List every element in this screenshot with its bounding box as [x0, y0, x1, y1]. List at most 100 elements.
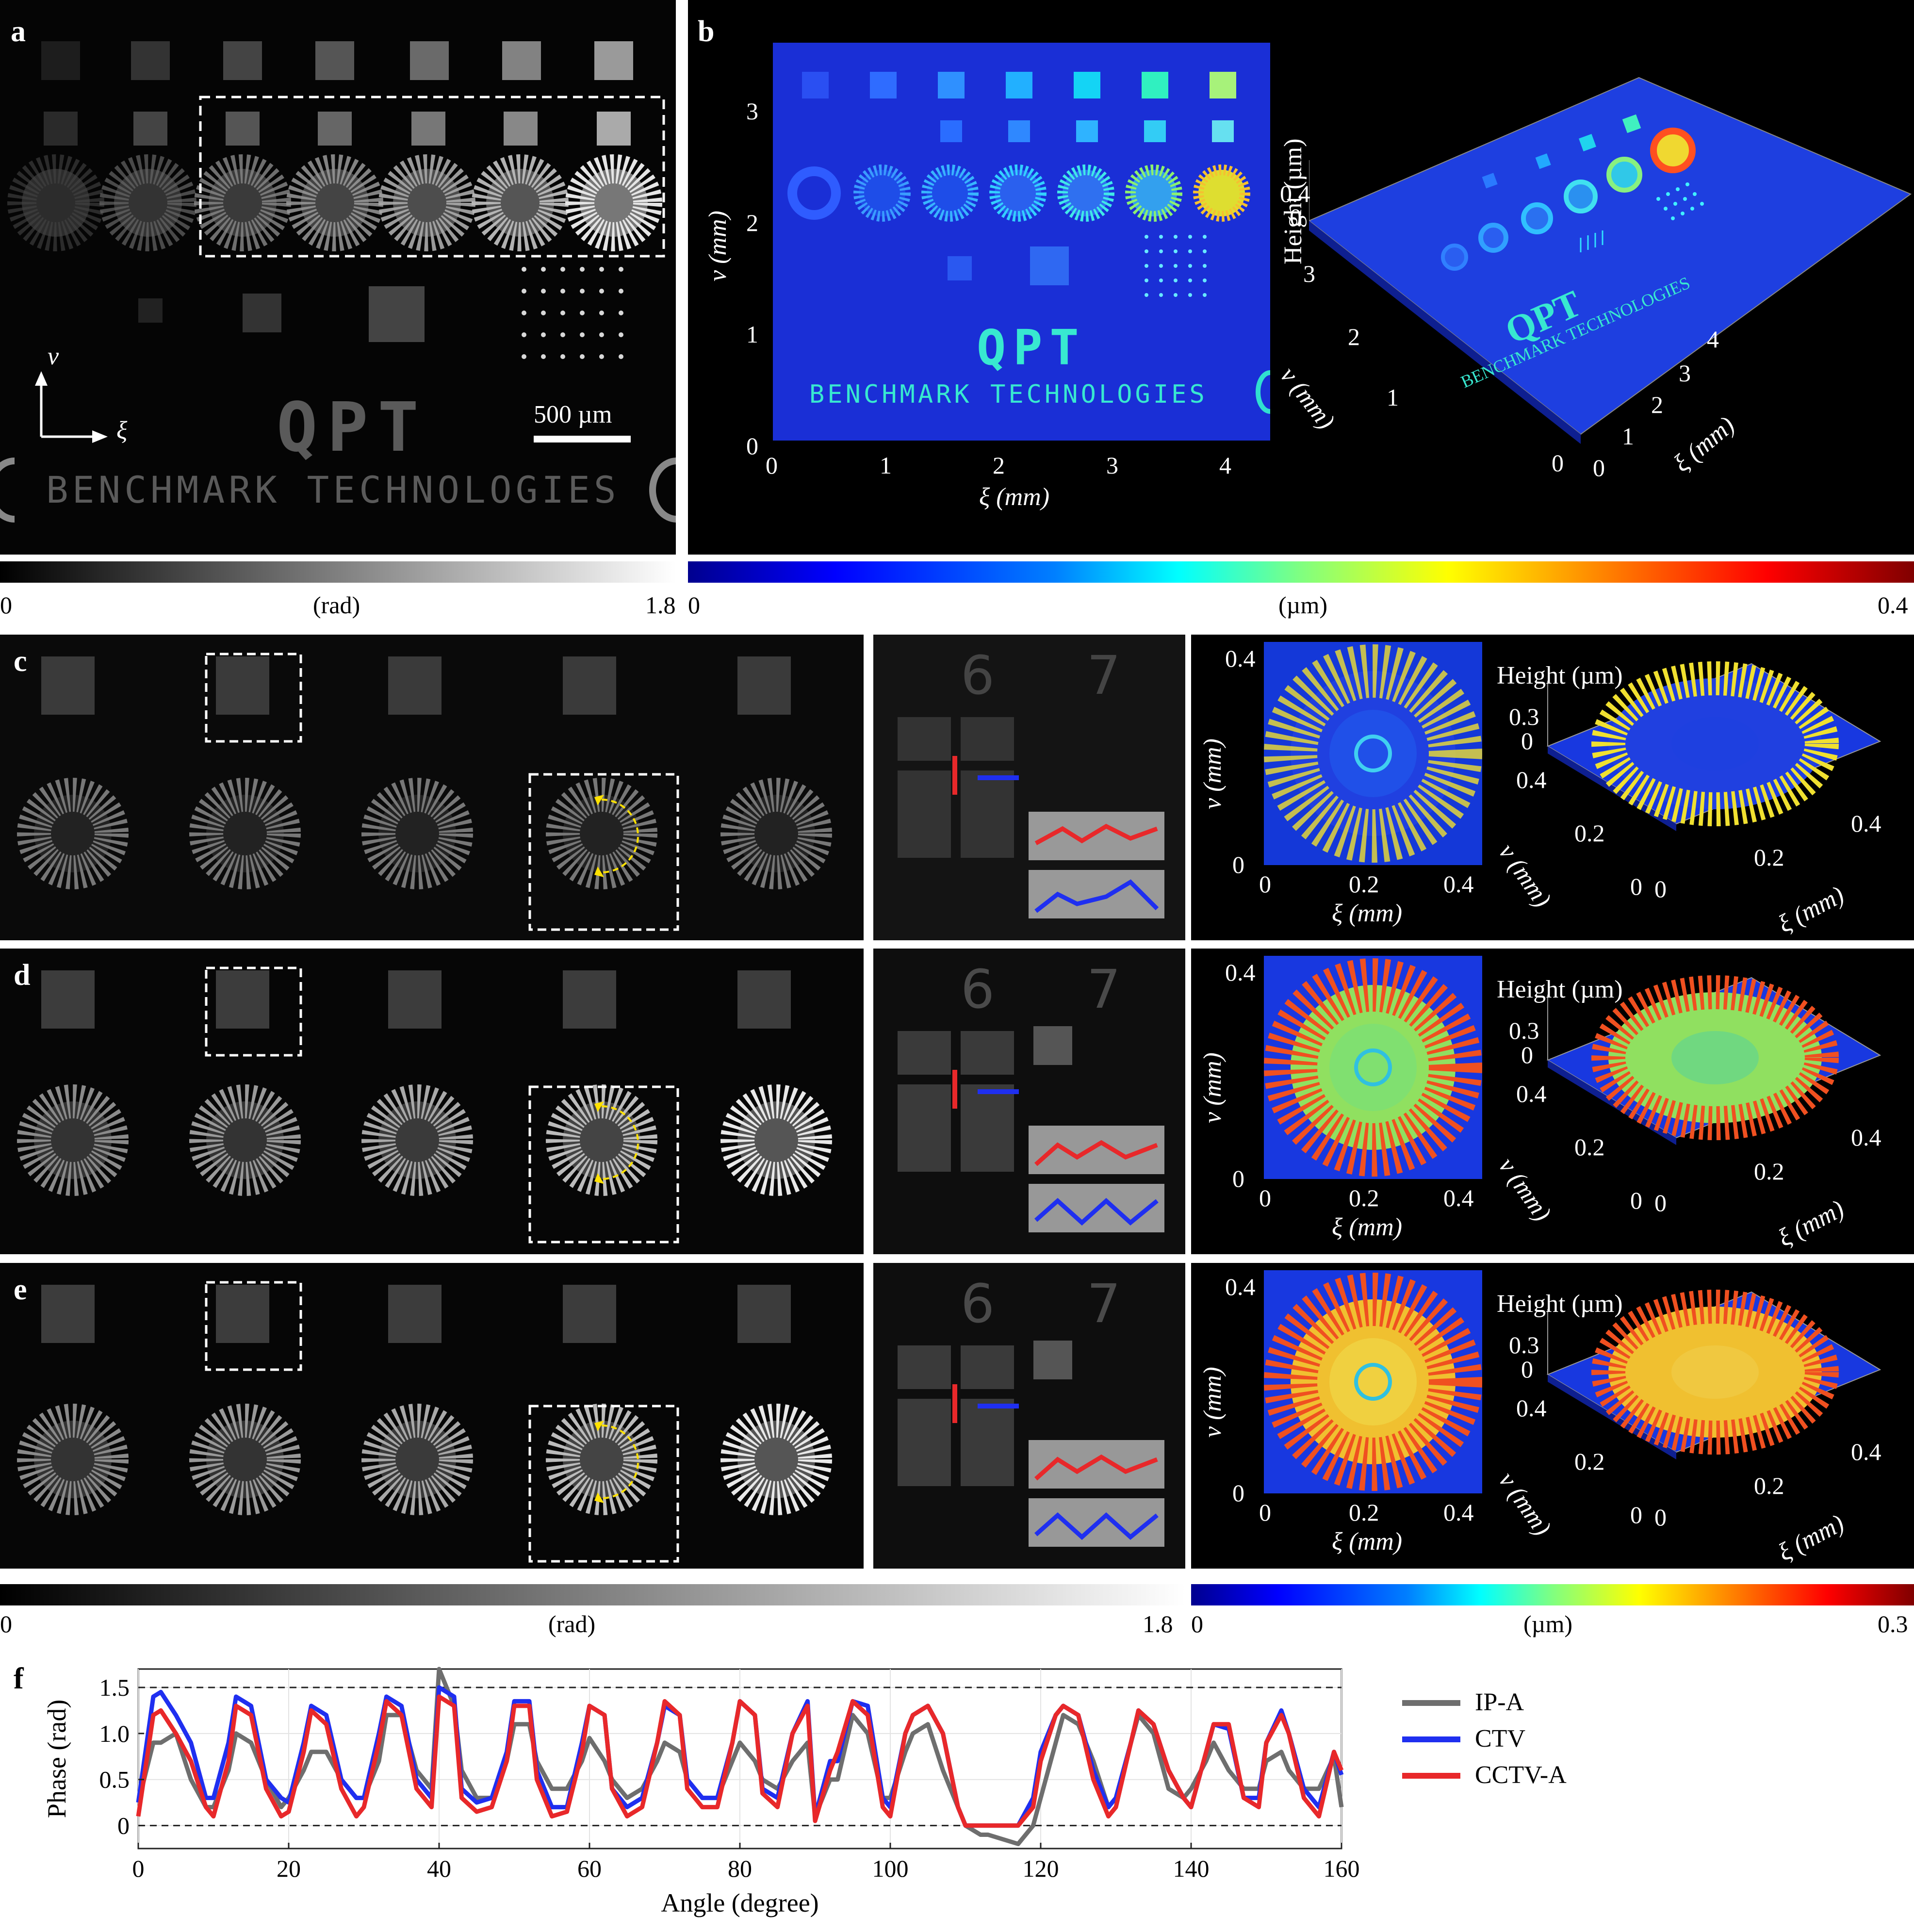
x-tick-label-120: 120	[1023, 1855, 1059, 1882]
b-3d-v-tick-1: 1	[1387, 384, 1399, 411]
d-zoom-3d-xi-tick-0.2: 0.2	[1754, 1158, 1784, 1185]
b-3d-xi-tick-0: 0	[1593, 454, 1605, 481]
height-stars	[787, 164, 1250, 222]
d-stars	[17, 1084, 832, 1196]
c-zoom-y-tick-0: 0	[1232, 851, 1244, 878]
top-gray-unit: (rad)	[313, 591, 360, 619]
x-tick-label-40: 40	[427, 1855, 451, 1882]
e-zoom-3d-xi-tick-0.2: 0.2	[1754, 1472, 1784, 1499]
y-tick-label-0: 0	[117, 1812, 130, 1839]
height-right-arc	[1256, 370, 1271, 414]
height-qpt-logo: QPT	[977, 319, 1086, 376]
panel-d-zoom: v (mm) 0.4 0 0 0.2 0.4 ξ (mm) Height (µm…	[1191, 949, 1914, 1254]
c-zoom-x-tick-0: 0	[1259, 870, 1271, 898]
b-x-label: ξ (mm)	[979, 483, 1050, 511]
e-zoom-height-tick-0: 0	[1521, 1356, 1533, 1383]
c-zoom-x-tick-0.4: 0.4	[1443, 870, 1474, 898]
legend-label-IP-A: IP-A	[1475, 1688, 1524, 1716]
bottom-gray-max: 1.8	[1143, 1610, 1173, 1637]
d-zoom-y-label: v (mm)	[1199, 1052, 1227, 1123]
d-digit-7: 7	[1087, 958, 1121, 1020]
top-jet-max: 0.4	[1878, 591, 1908, 619]
e-zoom-3d-xi-tick-0.4: 0.4	[1851, 1438, 1881, 1465]
bottom-gray-unit: (rad)	[548, 1610, 596, 1637]
legend-label-CCTV-A: CCTV-A	[1475, 1761, 1567, 1789]
x-tick-label-160: 160	[1324, 1855, 1360, 1882]
e-targets	[41, 1285, 791, 1343]
qpt-logo: QPT	[277, 388, 428, 467]
b-3d-xi-tick-2: 2	[1651, 391, 1663, 418]
e-zoom-x-tick-0.4: 0.4	[1443, 1499, 1474, 1526]
3d-surface	[1309, 77, 1912, 435]
e-zoom-y-tick-0.4: 0.4	[1225, 1273, 1256, 1300]
e-zoom-3d-v-tick-0.2: 0.2	[1574, 1448, 1605, 1475]
c-targets	[41, 656, 791, 715]
c-zoom-y-tick-0.4: 0.4	[1225, 645, 1256, 672]
e-zoom-height-label: Height (µm)	[1497, 1290, 1623, 1318]
square-row	[41, 41, 633, 80]
bottom-jet-min: 0	[1191, 1610, 1203, 1637]
panel-e-overview: e	[0, 1263, 864, 1569]
d-zoom-x-tick-0.2: 0.2	[1349, 1184, 1379, 1212]
panel-b-label: b	[698, 15, 715, 48]
bottom-gray-min: 0	[0, 1610, 12, 1637]
panel-d-label: d	[14, 959, 31, 992]
top-gray-colorbar	[0, 561, 676, 583]
e-zoom-3d-v-tick-0: 0	[1630, 1501, 1642, 1528]
b-x-tick-0: 0	[766, 452, 778, 479]
top-jet-unit: (µm)	[1278, 591, 1328, 619]
x-tick-label-60: 60	[577, 1855, 602, 1882]
x-tick-label-20: 20	[277, 1855, 301, 1882]
y-tick-label-0.5: 0.5	[99, 1766, 130, 1793]
height-map-2d: QPT BENCHMARK TECHNOLOGIES	[758, 43, 1271, 441]
b-y-tick-0: 0	[746, 432, 758, 459]
scale-bar-label: 500 µm	[534, 401, 612, 428]
top-jet-colorbar	[688, 561, 1914, 583]
b-3d-v-tick-0: 0	[1552, 449, 1564, 476]
c-zoom-x-tick-0.2: 0.2	[1349, 870, 1379, 898]
bottom-jet-max: 0.3	[1878, 1610, 1908, 1637]
bottom-gray-colorbar	[0, 1584, 1185, 1605]
d-zoom-x-label: ξ (mm)	[1332, 1213, 1403, 1241]
c-zoom-3d-xi-tick-0.2: 0.2	[1754, 844, 1784, 871]
siemens-stars	[7, 154, 662, 251]
d-zoom-3d-v-tick-0.2: 0.2	[1574, 1133, 1605, 1161]
d-zoom-3d-v-tick-0.4: 0.4	[1516, 1080, 1547, 1107]
panel-e-inset: 6 7	[873, 1263, 1185, 1569]
bottom-jet-unit: (µm)	[1523, 1610, 1573, 1637]
e-zoom-x-label: ξ (mm)	[1332, 1528, 1403, 1555]
x-axis-label: Angle (degree)	[661, 1888, 818, 1917]
legend-label-CTV: CTV	[1475, 1725, 1525, 1752]
b-x-tick-2: 2	[993, 452, 1005, 479]
b-3d-xi-tick-1: 1	[1622, 423, 1634, 450]
b-3d-v-tick-2: 2	[1348, 323, 1360, 350]
e-zoom-x-tick-0: 0	[1259, 1499, 1271, 1526]
panel-c-inset: 6 7	[873, 635, 1185, 940]
e-digit-7: 7	[1087, 1273, 1121, 1335]
d-zoom-height-label: Height (µm)	[1497, 976, 1623, 1003]
c-zoom-height-label: Height (µm)	[1497, 662, 1623, 689]
b-x-tick-4: 4	[1219, 452, 1231, 479]
e-stars	[17, 1404, 832, 1515]
phase-profile-chart: 0 20 40 60 80 100 120 140 160 0 0.5 1.0 1.5 Angle (de…	[42, 1667, 1567, 1917]
b-x-tick-1: 1	[880, 452, 892, 479]
top-jet-min: 0	[688, 591, 700, 619]
height-map-3d: QPT BENCHMARK TECHNOLOGIES	[1309, 77, 1912, 444]
d-targets	[41, 970, 791, 1029]
x-tick-label-100: 100	[872, 1855, 909, 1882]
panel-e-zoom: v (mm) 0.4 0 0 0.2 0.4 ξ (mm) Height (µm…	[1191, 1263, 1914, 1569]
large-dot-grid	[522, 267, 623, 359]
height-large-dots	[1145, 235, 1207, 297]
panel-a-label: a	[11, 15, 26, 48]
panel-d-inset: 6 7	[873, 949, 1185, 1254]
y-axis-label: Phase (rad)	[42, 1700, 71, 1818]
brand-text: BENCHMARK TECHNOLOGIES	[46, 468, 620, 511]
b-y-tick-2: 2	[746, 209, 758, 236]
e-zoom-3d-v-tick-0.4: 0.4	[1516, 1394, 1547, 1422]
panel-e-label: e	[14, 1273, 27, 1306]
b-3d-xi-tick-4: 4	[1707, 326, 1719, 353]
dot-grids	[138, 286, 425, 342]
panel-d-overview: d	[0, 949, 864, 1254]
height-brand-text: BENCHMARK TECHNOLOGIES	[809, 380, 1208, 409]
c-stars	[17, 778, 832, 889]
